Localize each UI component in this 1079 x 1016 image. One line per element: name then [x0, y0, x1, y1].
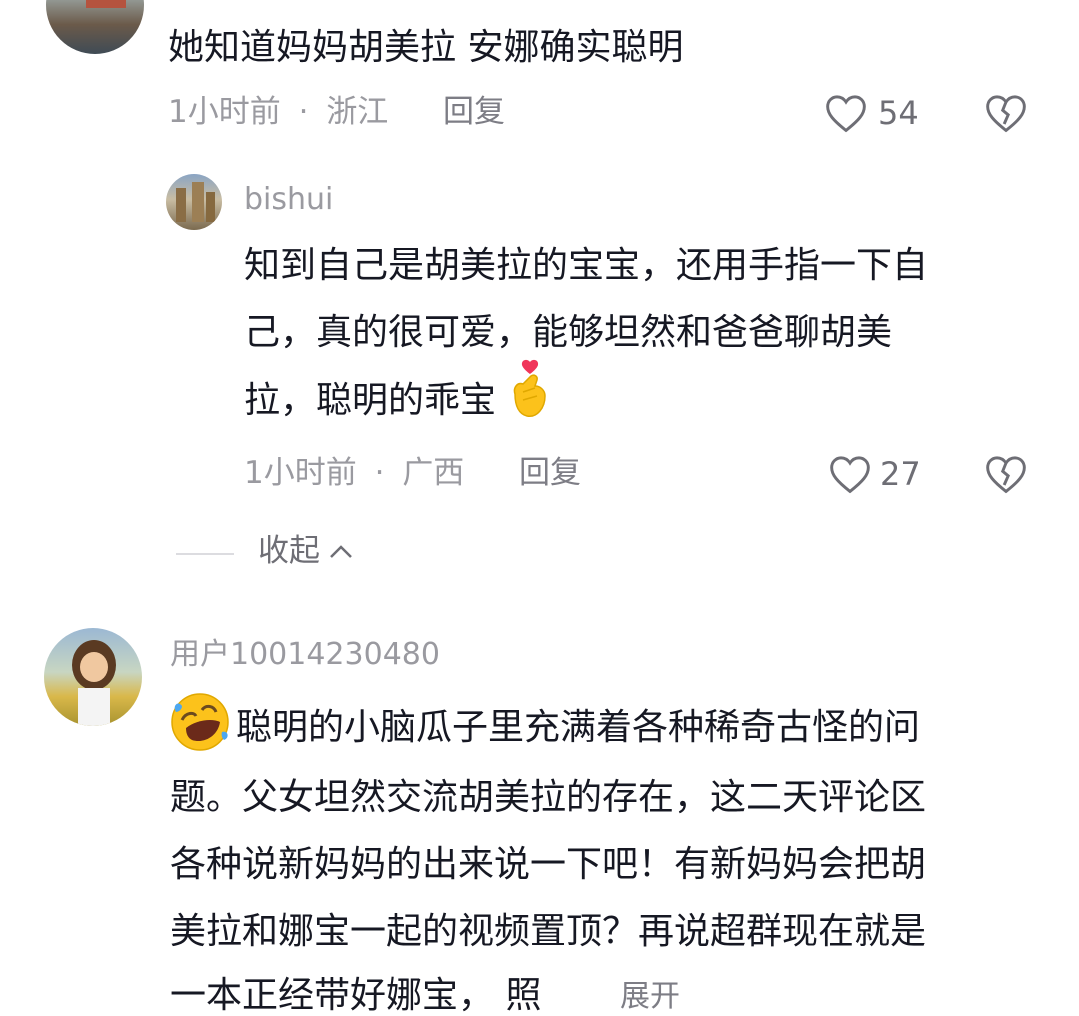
dislike-button[interactable]	[984, 92, 1028, 134]
reply-text-line-2: 己，真的很可爱，能够坦然和爸爸聊胡美	[244, 312, 893, 353]
heart-outline-icon	[826, 95, 866, 133]
comment-text-line-1-content: 聪明的小脑瓜子里充满着各种稀奇古怪的问	[236, 707, 921, 748]
chevron-up-icon	[330, 544, 352, 558]
like-count: 54	[878, 94, 919, 132]
reply-username[interactable]: bishui	[244, 185, 333, 215]
reply-region: 广西	[402, 455, 465, 491]
reply-avatar[interactable]	[166, 174, 222, 230]
comment-text-line-1: 聪明的小脑瓜子里充满着各种稀奇古怪的问	[168, 693, 921, 754]
comment-text-line-3: 各种说新妈妈的出来说一下吧！有新妈妈会把胡	[170, 844, 927, 885]
comment-meta: 1小时前 · 浙江	[168, 97, 388, 128]
reply-time: 1小时前	[244, 455, 357, 491]
expand-button[interactable]: 展开	[620, 982, 680, 1012]
collapse-replies-button[interactable]: 收起	[258, 536, 356, 567]
broken-heart-icon	[986, 95, 1026, 133]
like-count: 27	[880, 455, 921, 493]
dislike-button[interactable]	[984, 453, 1028, 495]
comment-text: 她知道妈妈胡美拉 安娜确实聪明	[168, 27, 684, 68]
rolling-laugh-emoji	[171, 693, 229, 751]
commenter-avatar[interactable]	[46, 0, 144, 54]
collapse-label: 收起	[258, 533, 320, 569]
reply-text-line-1: 知到自己是胡美拉的宝宝，还用手指一下自	[244, 245, 929, 286]
comment-time: 1小时前	[168, 94, 281, 130]
comment-text-line-5: 一本正经带好娜宝， 照	[170, 975, 542, 1016]
commenter-username[interactable]: 用户10014230480	[170, 640, 440, 670]
heart-outline-icon	[830, 456, 870, 494]
broken-heart-icon	[986, 456, 1026, 494]
comment-text-line-4: 美拉和娜宝一起的视频置顶？再说超群现在就是	[170, 911, 927, 952]
meta-separator: ·	[374, 455, 385, 491]
comment-region: 浙江	[326, 94, 389, 130]
reply-button[interactable]: 回复	[519, 458, 581, 489]
like-button[interactable]	[828, 453, 872, 495]
commenter-avatar[interactable]	[44, 628, 142, 726]
finger-heart-emoji	[514, 359, 547, 417]
comment-text-line-2: 题。父女坦然交流胡美拉的存在，这二天评论区	[170, 777, 927, 818]
like-button[interactable]	[824, 92, 868, 134]
reply-button[interactable]: 回复	[443, 97, 505, 128]
collapse-divider	[176, 553, 234, 555]
reply-text-line-3-content: 拉，聪明的乖宝	[244, 380, 497, 421]
reply-text-line-3: 拉，聪明的乖宝	[244, 359, 553, 422]
meta-separator: ·	[298, 94, 309, 130]
reply-meta: 1小时前 · 广西	[244, 458, 464, 489]
